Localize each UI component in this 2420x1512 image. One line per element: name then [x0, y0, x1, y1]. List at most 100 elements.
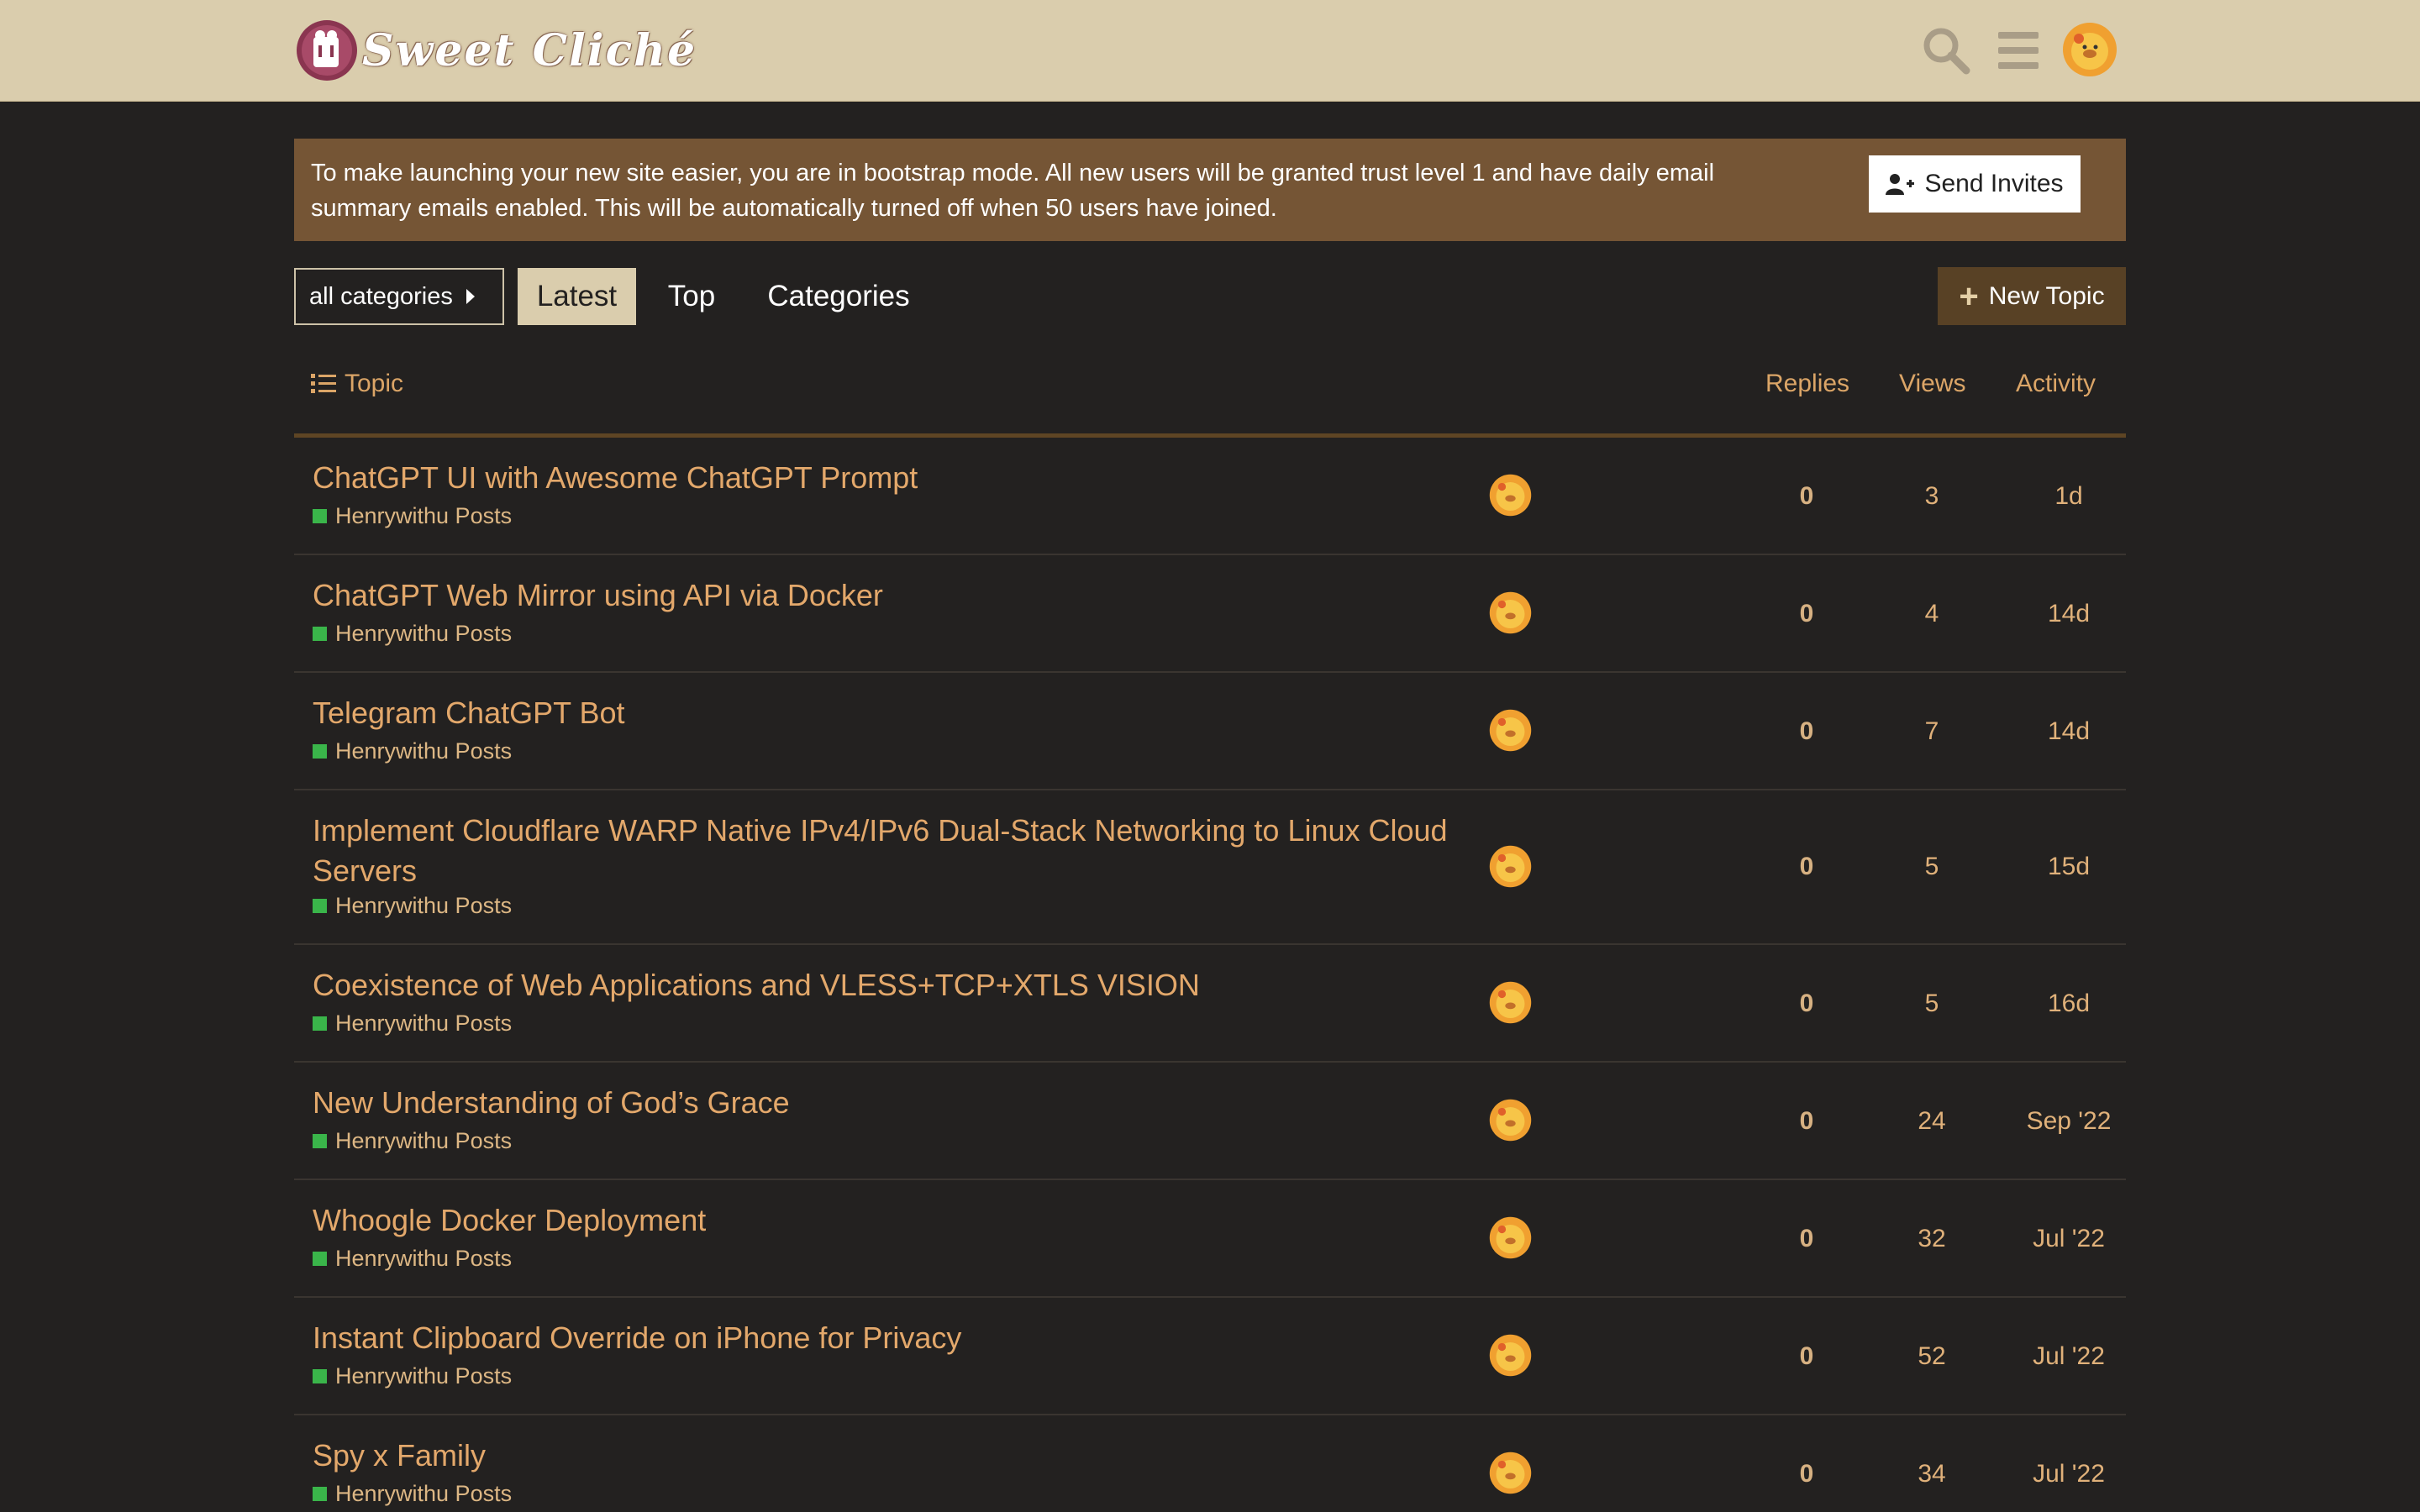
topic-replies: 0 — [1799, 482, 1814, 510]
topic-category[interactable]: Henrywithu Posts — [313, 1011, 512, 1037]
category-badge-icon — [313, 1487, 327, 1501]
poster-avatar-icon[interactable] — [1489, 845, 1532, 888]
topic-row: Coexistence of Web Applications and VLES… — [294, 945, 2126, 1063]
topic-title[interactable]: ChatGPT Web Mirror using API via Docker — [313, 575, 1455, 616]
tab-top[interactable]: Top — [655, 268, 728, 325]
site-logo[interactable]: Sweet Cliché — [295, 17, 697, 84]
topic-views: 34 — [1918, 1460, 1946, 1488]
topic-category-label: Henrywithu Posts — [335, 1363, 513, 1389]
poster-avatar-icon[interactable] — [1489, 1452, 1532, 1494]
topic-category-label: Henrywithu Posts — [335, 738, 513, 764]
category-badge-icon — [313, 899, 327, 913]
topic-title[interactable]: Implement Cloudflare WARP Native IPv4/IP… — [313, 811, 1455, 891]
topic-replies: 0 — [1799, 600, 1814, 627]
topic-title[interactable]: Instant Clipboard Override on iPhone for… — [313, 1318, 1455, 1358]
topic-category[interactable]: Henrywithu Posts — [313, 893, 512, 919]
topic-row: Spy x Family Henrywithu Posts 0 34 Jul '… — [294, 1415, 2126, 1512]
banner-line-1: To make launching your new site easier, … — [311, 160, 1715, 186]
category-badge-icon — [313, 1016, 327, 1031]
topic-row: Implement Cloudflare WARP Native IPv4/IP… — [294, 790, 2126, 945]
topic-category[interactable]: Henrywithu Posts — [313, 503, 512, 529]
new-topic-label: New Topic — [1988, 281, 2105, 310]
poster-avatar-icon[interactable] — [1489, 981, 1532, 1024]
new-topic-button[interactable]: + New Topic — [1938, 267, 2126, 325]
topic-activity[interactable]: Sep '22 — [2006, 1107, 2132, 1136]
user-avatar-icon[interactable] — [2062, 22, 2118, 77]
column-header-topic[interactable]: Topic — [311, 370, 403, 398]
topic-title[interactable]: New Understanding of God’s Grace — [313, 1083, 1455, 1123]
topic-category-label: Henrywithu Posts — [335, 1246, 513, 1271]
poster-avatar-icon[interactable] — [1489, 474, 1532, 517]
topic-category[interactable]: Henrywithu Posts — [313, 621, 512, 647]
topic-views: 3 — [1924, 482, 1939, 510]
column-header-views[interactable]: Views — [1899, 370, 1965, 398]
topic-replies: 0 — [1799, 853, 1814, 880]
bootstrap-mode-banner: To make launching your new site easier, … — [294, 139, 2126, 241]
tab-categories[interactable]: Categories — [753, 268, 924, 325]
topic-views: 4 — [1924, 600, 1939, 627]
topic-category[interactable]: Henrywithu Posts — [313, 1363, 512, 1389]
poster-avatar-icon[interactable] — [1489, 1099, 1532, 1142]
column-header-replies[interactable]: Replies — [1765, 370, 1849, 398]
send-invites-label: Send Invites — [1924, 170, 2064, 197]
topic-views: 32 — [1918, 1225, 1946, 1252]
send-invites-button[interactable]: Send Invites — [1869, 155, 2081, 213]
topic-activity[interactable]: 14d — [2006, 600, 2132, 628]
topic-title[interactable]: Coexistence of Web Applications and VLES… — [313, 965, 1455, 1005]
topic-views: 24 — [1918, 1107, 1946, 1135]
topic-title[interactable]: Whoogle Docker Deployment — [313, 1200, 1455, 1241]
poster-avatar-icon[interactable] — [1489, 1216, 1532, 1259]
plus-icon: + — [1959, 277, 1979, 315]
poster-avatar-icon[interactable] — [1489, 1334, 1532, 1377]
topic-replies: 0 — [1799, 1342, 1814, 1370]
topic-category[interactable]: Henrywithu Posts — [313, 1481, 512, 1507]
topic-activity[interactable]: 16d — [2006, 990, 2132, 1018]
topic-title[interactable]: ChatGPT UI with Awesome ChatGPT Prompt — [313, 458, 1455, 498]
caret-right-icon — [466, 289, 475, 304]
category-badge-icon — [313, 627, 327, 641]
topic-replies: 0 — [1799, 1225, 1814, 1252]
list-icon — [311, 374, 336, 393]
topic-category[interactable]: Henrywithu Posts — [313, 1128, 512, 1154]
category-badge-icon — [313, 509, 327, 523]
topic-title[interactable]: Telegram ChatGPT Bot — [313, 693, 1455, 733]
category-dropdown[interactable]: all categories — [294, 268, 504, 325]
topic-activity[interactable]: Jul '22 — [2006, 1342, 2132, 1371]
poster-avatar-icon[interactable] — [1489, 709, 1532, 752]
user-plus-icon — [1886, 174, 1915, 195]
topic-activity[interactable]: 1d — [2006, 482, 2132, 511]
topic-views: 7 — [1924, 717, 1939, 745]
topic-activity[interactable]: Jul '22 — [2006, 1225, 2132, 1253]
column-header-topic-label: Topic — [345, 370, 404, 397]
topic-activity[interactable]: 15d — [2006, 853, 2132, 881]
topic-replies: 0 — [1799, 1460, 1814, 1488]
topic-category-label: Henrywithu Posts — [335, 621, 513, 646]
topic-row: Telegram ChatGPT Bot Henrywithu Posts 0 … — [294, 673, 2126, 790]
category-badge-icon — [313, 744, 327, 759]
category-dropdown-label: all categories — [309, 282, 453, 310]
site-header: Sweet Cliché — [0, 0, 2420, 102]
topic-replies: 0 — [1799, 1107, 1814, 1135]
topic-row: Instant Clipboard Override on iPhone for… — [294, 1298, 2126, 1415]
poster-avatar-icon[interactable] — [1489, 591, 1532, 634]
topic-category[interactable]: Henrywithu Posts — [313, 738, 512, 764]
banner-message: To make launching your new site easier, … — [311, 155, 2025, 226]
search-icon[interactable] — [1919, 24, 1973, 77]
topic-activity[interactable]: Jul '22 — [2006, 1460, 2132, 1488]
column-header-activity[interactable]: Activity — [2016, 370, 2096, 398]
topic-category[interactable]: Henrywithu Posts — [313, 1246, 512, 1272]
topic-row: New Understanding of God’s Grace Henrywi… — [294, 1063, 2126, 1180]
category-badge-icon — [313, 1369, 327, 1383]
topic-category-label: Henrywithu Posts — [335, 893, 513, 918]
topic-views: 5 — [1924, 990, 1939, 1017]
topic-title[interactable]: Spy x Family — [313, 1436, 1455, 1476]
hamburger-menu-icon[interactable] — [1991, 24, 2045, 77]
topic-category-label: Henrywithu Posts — [335, 1481, 513, 1506]
topic-views: 5 — [1924, 853, 1939, 880]
topic-row: Whoogle Docker Deployment Henrywithu Pos… — [294, 1180, 2126, 1298]
topic-category-label: Henrywithu Posts — [335, 503, 513, 528]
topic-row: ChatGPT Web Mirror using API via Docker … — [294, 555, 2126, 673]
topic-activity[interactable]: 14d — [2006, 717, 2132, 746]
topic-replies: 0 — [1799, 990, 1814, 1017]
tab-latest[interactable]: Latest — [518, 268, 636, 325]
